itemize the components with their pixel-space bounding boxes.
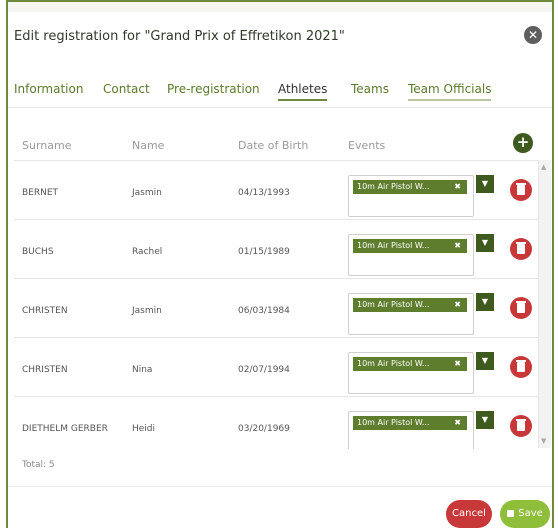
table-row: CHRISTEN Jasmin 06/03/1984 10m Air Pisto… xyxy=(14,279,544,338)
chevron-down-icon[interactable]: ▼ xyxy=(476,175,494,193)
total-count: Total: 5 xyxy=(22,460,55,470)
surname-cell: CHRISTEN xyxy=(22,306,68,316)
table-row: CHRISTEN Nina 02/07/1994 10m Air Pistol … xyxy=(14,338,544,397)
header-dob: Date of Birth xyxy=(238,139,309,152)
chip-remove-icon[interactable]: ✖ xyxy=(454,239,461,253)
dialog-top-strip xyxy=(8,2,552,12)
events-select[interactable]: 10m Air Pistol W... ✖ xyxy=(348,411,474,449)
tab-information[interactable]: Information xyxy=(14,82,83,99)
delete-button[interactable] xyxy=(510,415,532,437)
events-select[interactable]: 10m Air Pistol W... ✖ xyxy=(348,352,474,394)
chevron-down-icon[interactable]: ▼ xyxy=(476,234,494,252)
surname-cell: CHRISTEN xyxy=(22,365,68,375)
chevron-down-icon[interactable]: ▼ xyxy=(476,293,494,311)
delete-button[interactable] xyxy=(510,356,532,378)
table-row: BUCHS Rachel 01/15/1989 10m Air Pistol W… xyxy=(14,220,544,279)
save-label: Save xyxy=(518,508,543,519)
cancel-button[interactable]: Cancel xyxy=(446,500,492,528)
chip-remove-icon[interactable]: ✖ xyxy=(454,416,461,430)
event-chip: 10m Air Pistol W... ✖ xyxy=(353,180,467,194)
trash-icon xyxy=(517,244,525,254)
save-disk-icon xyxy=(507,510,515,517)
tab-divider xyxy=(8,107,552,108)
name-cell: Rachel xyxy=(132,247,163,257)
table-row: BERNET Jasmin 04/13/1993 10m Air Pistol … xyxy=(14,161,544,220)
trash-icon xyxy=(517,421,525,431)
table-header: Surname Name Date of Birth Events xyxy=(22,139,502,155)
dob-cell: 02/07/1994 xyxy=(238,365,290,375)
chip-remove-icon[interactable]: ✖ xyxy=(454,180,461,194)
name-cell: Jasmin xyxy=(132,306,162,316)
delete-button[interactable] xyxy=(510,179,532,201)
delete-button[interactable] xyxy=(510,297,532,319)
event-chip: 10m Air Pistol W... ✖ xyxy=(353,298,467,312)
registration-dialog: Edit registration for "Grand Prix of Eff… xyxy=(6,0,554,528)
events-select[interactable]: 10m Air Pistol W... ✖ xyxy=(348,293,474,335)
tab-pre-registration[interactable]: Pre-registration xyxy=(167,82,260,99)
dob-cell: 01/15/1989 xyxy=(238,247,290,257)
close-icon[interactable]: ✕ xyxy=(524,26,542,44)
tab-contact[interactable]: Contact xyxy=(103,82,150,99)
events-select[interactable]: 10m Air Pistol W... ✖ xyxy=(348,234,474,276)
event-chip-label: 10m Air Pistol W... xyxy=(357,300,430,309)
event-chip-label: 10m Air Pistol W... xyxy=(357,241,430,250)
trash-icon xyxy=(517,185,525,195)
name-cell: Heidi xyxy=(132,424,156,434)
name-cell: Jasmin xyxy=(132,188,162,198)
footer-divider xyxy=(8,486,552,487)
header-name: Name xyxy=(132,139,165,152)
dialog-title: Edit registration for "Grand Prix of Eff… xyxy=(14,29,345,44)
events-select[interactable]: 10m Air Pistol W... ✖ xyxy=(348,175,474,217)
name-cell: Nina xyxy=(132,365,153,375)
add-athlete-button[interactable]: + xyxy=(513,133,533,153)
surname-cell: BERNET xyxy=(22,188,59,198)
save-button[interactable]: Save xyxy=(500,500,550,528)
table-scrollbar[interactable]: ▲ ▼ xyxy=(538,160,551,448)
surname-cell: BUCHS xyxy=(22,247,54,257)
athletes-table: BERNET Jasmin 04/13/1993 10m Air Pistol … xyxy=(14,160,544,449)
surname-cell: DIETHELM GERBER xyxy=(22,424,108,434)
scroll-down-icon[interactable]: ▼ xyxy=(541,437,546,445)
tab-team-officials[interactable]: Team Officials xyxy=(408,82,492,101)
delete-button[interactable] xyxy=(510,238,532,260)
event-chip: 10m Air Pistol W... ✖ xyxy=(353,416,467,430)
header-events: Events xyxy=(348,139,386,152)
chip-remove-icon[interactable]: ✖ xyxy=(454,357,461,371)
chevron-down-icon[interactable]: ▼ xyxy=(476,352,494,370)
trash-icon xyxy=(517,362,525,372)
header-surname: Surname xyxy=(22,139,72,152)
dob-cell: 03/20/1969 xyxy=(238,424,290,434)
dob-cell: 04/13/1993 xyxy=(238,188,290,198)
event-chip-label: 10m Air Pistol W... xyxy=(357,418,430,427)
event-chip-label: 10m Air Pistol W... xyxy=(357,182,430,191)
event-chip: 10m Air Pistol W... ✖ xyxy=(353,239,467,253)
table-row: DIETHELM GERBER Heidi 03/20/1969 10m Air… xyxy=(14,397,544,449)
tab-athletes[interactable]: Athletes xyxy=(278,82,328,101)
chevron-down-icon[interactable]: ▼ xyxy=(476,411,494,429)
event-chip-label: 10m Air Pistol W... xyxy=(357,359,430,368)
chip-remove-icon[interactable]: ✖ xyxy=(454,298,461,312)
dob-cell: 06/03/1984 xyxy=(238,306,290,316)
trash-icon xyxy=(517,303,525,313)
scroll-up-icon[interactable]: ▲ xyxy=(541,163,546,171)
event-chip: 10m Air Pistol W... ✖ xyxy=(353,357,467,371)
tab-teams[interactable]: Teams xyxy=(351,82,389,99)
